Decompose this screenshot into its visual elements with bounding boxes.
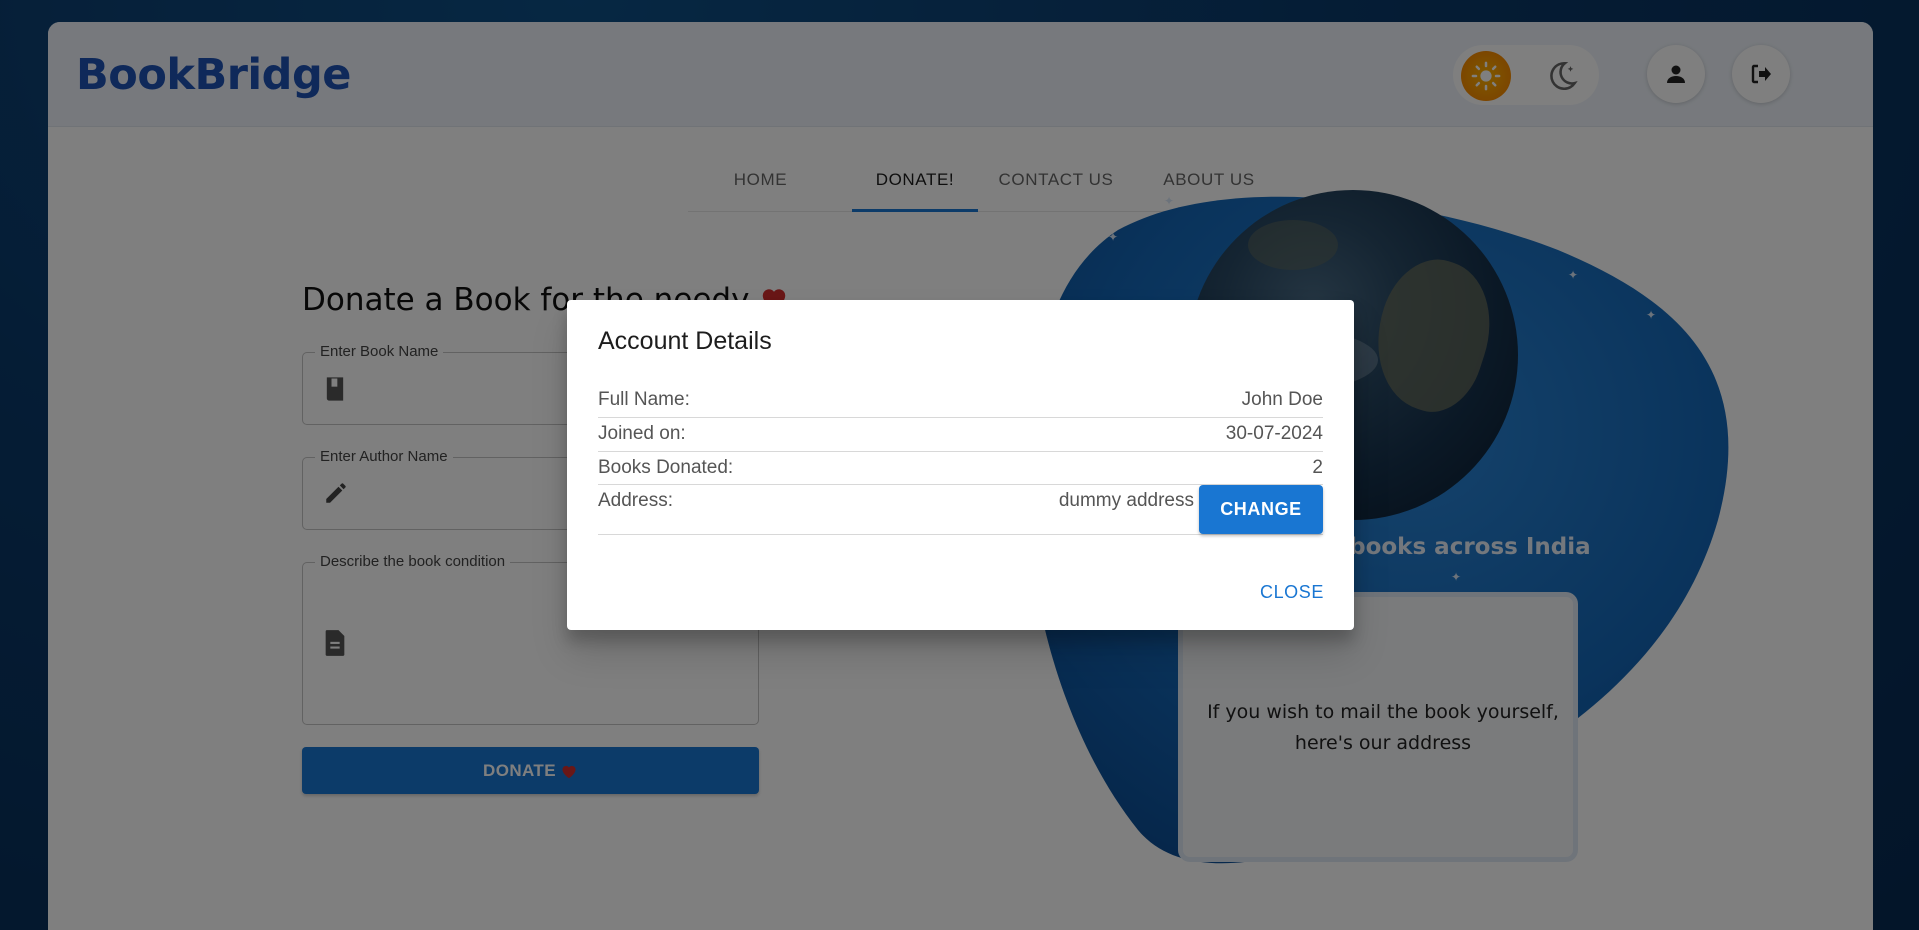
dialog-title: Account Details xyxy=(598,327,772,355)
detail-value: dummy address xyxy=(1058,490,1194,511)
detail-row-full-name: Full Name: John Doe xyxy=(598,384,1323,418)
detail-row-joined-on: Joined on: 30-07-2024 xyxy=(598,418,1323,452)
change-address-button[interactable]: CHANGE xyxy=(1199,485,1323,534)
detail-label: Full Name: xyxy=(598,389,690,410)
detail-label: Books Donated: xyxy=(598,457,734,478)
detail-row-books-donated: Books Donated: 2 xyxy=(598,452,1323,485)
detail-value: 30-07-2024 xyxy=(1225,423,1323,444)
detail-value: 2 xyxy=(1312,457,1323,478)
detail-label: Address: xyxy=(598,490,673,511)
account-details-dialog: Account Details Full Name: John Doe Join… xyxy=(567,300,1354,630)
close-button[interactable]: CLOSE xyxy=(1260,582,1324,603)
detail-row-address: Address: dummy address CHANGE xyxy=(598,485,1323,535)
detail-value: John Doe xyxy=(1241,389,1323,410)
detail-label: Joined on: xyxy=(598,423,686,444)
